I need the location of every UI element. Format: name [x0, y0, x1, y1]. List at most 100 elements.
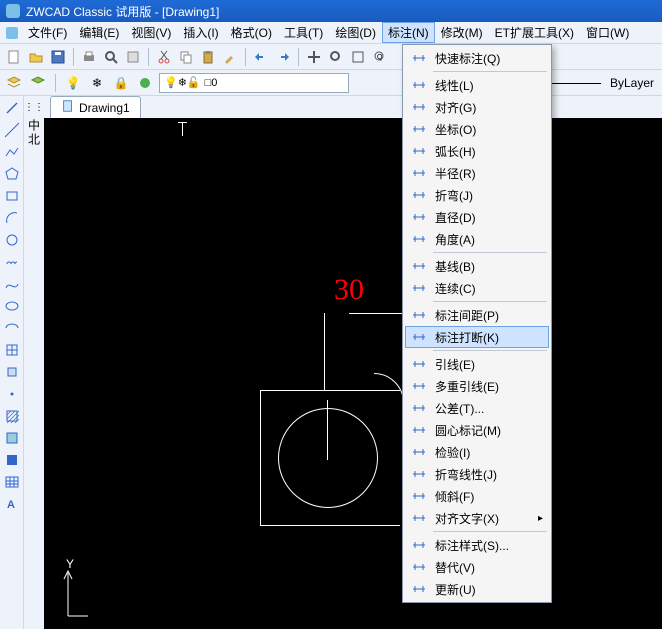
arc-icon[interactable]	[2, 208, 22, 228]
menu-item-center-mark[interactable]: 圆心标记(M)	[405, 419, 549, 441]
menu-item-space[interactable]: 标注间距(P)	[405, 304, 549, 326]
layer-manager-icon[interactable]	[4, 73, 24, 93]
menu-format[interactable]: 格式(O)	[225, 22, 278, 43]
menu-item-diameter[interactable]: 直径(D)	[405, 206, 549, 228]
menu-item-arc-len[interactable]: 弧长(H)	[405, 140, 549, 162]
layer-combo[interactable]: 💡❄🔓 □0	[159, 73, 349, 93]
tolerance-icon	[409, 399, 429, 417]
mtext-icon[interactable]: A	[2, 494, 22, 514]
menu-item-jogged[interactable]: 折弯(J)	[405, 184, 549, 206]
menu-item-mleader[interactable]: 多重引线(E)	[405, 375, 549, 397]
pan-icon[interactable]	[304, 47, 324, 67]
menu-item-label: 坐标(O)	[435, 121, 476, 138]
table-icon[interactable]	[2, 472, 22, 492]
zoom-realtime-icon[interactable]	[326, 47, 346, 67]
circle-icon[interactable]	[2, 230, 22, 250]
menu-edit[interactable]: 编辑(E)	[73, 22, 125, 43]
menu-draw[interactable]: 绘图(D)	[329, 22, 382, 43]
menu-item-tolerance[interactable]: 公差(T)...	[405, 397, 549, 419]
preview-icon[interactable]	[101, 47, 121, 67]
layer-color-icon[interactable]	[135, 73, 155, 93]
hatch-icon[interactable]	[2, 406, 22, 426]
menu-separator	[433, 252, 547, 253]
construction-line-icon[interactable]	[2, 120, 22, 140]
menu-item-oblique[interactable]: 倾斜(F)	[405, 485, 549, 507]
drawing-canvas[interactable]: 30 Y	[44, 118, 662, 629]
layer-state-icon[interactable]: 💡	[63, 73, 83, 93]
spline-icon[interactable]	[2, 274, 22, 294]
revcloud-icon[interactable]	[2, 252, 22, 272]
menu-item-leader[interactable]: 引线(E)	[405, 353, 549, 375]
match-prop-icon[interactable]	[220, 47, 240, 67]
linetype-display: ByLayer	[541, 76, 658, 90]
open-icon[interactable]	[26, 47, 46, 67]
jog-linear-icon	[409, 465, 429, 483]
redo-icon[interactable]	[273, 47, 293, 67]
new-icon[interactable]	[4, 47, 24, 67]
zoom-prev-icon[interactable]: Q	[370, 47, 390, 67]
menu-item-override[interactable]: 替代(V)	[405, 556, 549, 578]
polyline-icon[interactable]	[2, 142, 22, 162]
shape-edge	[349, 313, 404, 314]
rectangle-icon[interactable]	[2, 186, 22, 206]
make-block-icon[interactable]	[2, 362, 22, 382]
zoom-window-icon[interactable]	[348, 47, 368, 67]
menu-item-update[interactable]: 更新(U)	[405, 578, 549, 600]
cut-icon[interactable]	[154, 47, 174, 67]
undo-icon[interactable]	[251, 47, 271, 67]
menu-item-inspect[interactable]: 检验(I)	[405, 441, 549, 463]
menu-item-baseline[interactable]: 基线(B)	[405, 255, 549, 277]
menu-file[interactable]: 文件(F)	[22, 22, 73, 43]
insert-block-icon[interactable]	[2, 340, 22, 360]
radius-icon	[409, 164, 429, 182]
menu-item-label: 检验(I)	[435, 444, 470, 461]
document-tabs: Drawing1	[44, 96, 662, 118]
menu-insert[interactable]: 插入(I)	[177, 22, 224, 43]
svg-text:Q: Q	[377, 54, 383, 61]
menu-item-align-text[interactable]: 对齐文字(X)▸	[405, 507, 549, 529]
dim-ext-line	[324, 313, 325, 390]
menu-item-aligned[interactable]: 对齐(G)	[405, 96, 549, 118]
menu-modify[interactable]: 修改(M)	[435, 22, 489, 43]
polygon-icon[interactable]	[2, 164, 22, 184]
oblique-icon	[409, 487, 429, 505]
center-mark-icon	[409, 421, 429, 439]
region-icon[interactable]	[2, 450, 22, 470]
leader-icon	[409, 355, 429, 373]
menu-item-linear[interactable]: 线性(L)	[405, 74, 549, 96]
ellipse-arc-icon[interactable]	[2, 318, 22, 338]
layer-freeze-icon[interactable]: ❄	[87, 73, 107, 93]
menu-item-break[interactable]: 标注打断(K)	[405, 326, 549, 348]
menu-view[interactable]: 视图(V)	[125, 22, 177, 43]
override-icon	[409, 558, 429, 576]
paste-icon[interactable]	[198, 47, 218, 67]
menu-item-jog-linear[interactable]: 折弯线性(J)	[405, 463, 549, 485]
layer-prev-icon[interactable]	[28, 73, 48, 93]
menu-item-angular[interactable]: 角度(A)	[405, 228, 549, 250]
menu-item-radius[interactable]: 半径(R)	[405, 162, 549, 184]
publish-icon[interactable]	[123, 47, 143, 67]
gradient-icon[interactable]	[2, 428, 22, 448]
copy-icon[interactable]	[176, 47, 196, 67]
ellipse-icon[interactable]	[2, 296, 22, 316]
dimension-text: 30	[334, 273, 364, 307]
document-tab[interactable]: Drawing1	[50, 96, 141, 118]
menu-item-label: 标注样式(S)...	[435, 537, 509, 554]
layer-lock-icon[interactable]: 🔒	[111, 73, 131, 93]
menu-etext[interactable]: ET扩展工具(X)	[489, 22, 580, 43]
print-icon[interactable]	[79, 47, 99, 67]
mleader-icon	[409, 377, 429, 395]
work-area: A ⋮⋮ 中北 Drawing1 30	[0, 96, 662, 629]
menu-item-ordinate[interactable]: 坐标(O)	[405, 118, 549, 140]
app-menu-icon[interactable]	[2, 23, 22, 43]
save-icon[interactable]	[48, 47, 68, 67]
menu-item-quick-dim[interactable]: 快速标注(Q)	[405, 47, 549, 69]
menu-item-continue[interactable]: 连续(C)	[405, 277, 549, 299]
point-icon[interactable]	[2, 384, 22, 404]
menu-item-dim-style[interactable]: 标注样式(S)...	[405, 534, 549, 556]
menu-separator	[433, 301, 547, 302]
menu-window[interactable]: 窗口(W)	[580, 22, 635, 43]
menu-tools[interactable]: 工具(T)	[278, 22, 329, 43]
line-icon[interactable]	[2, 98, 22, 118]
menu-dimension[interactable]: 标注(N)	[382, 22, 435, 43]
